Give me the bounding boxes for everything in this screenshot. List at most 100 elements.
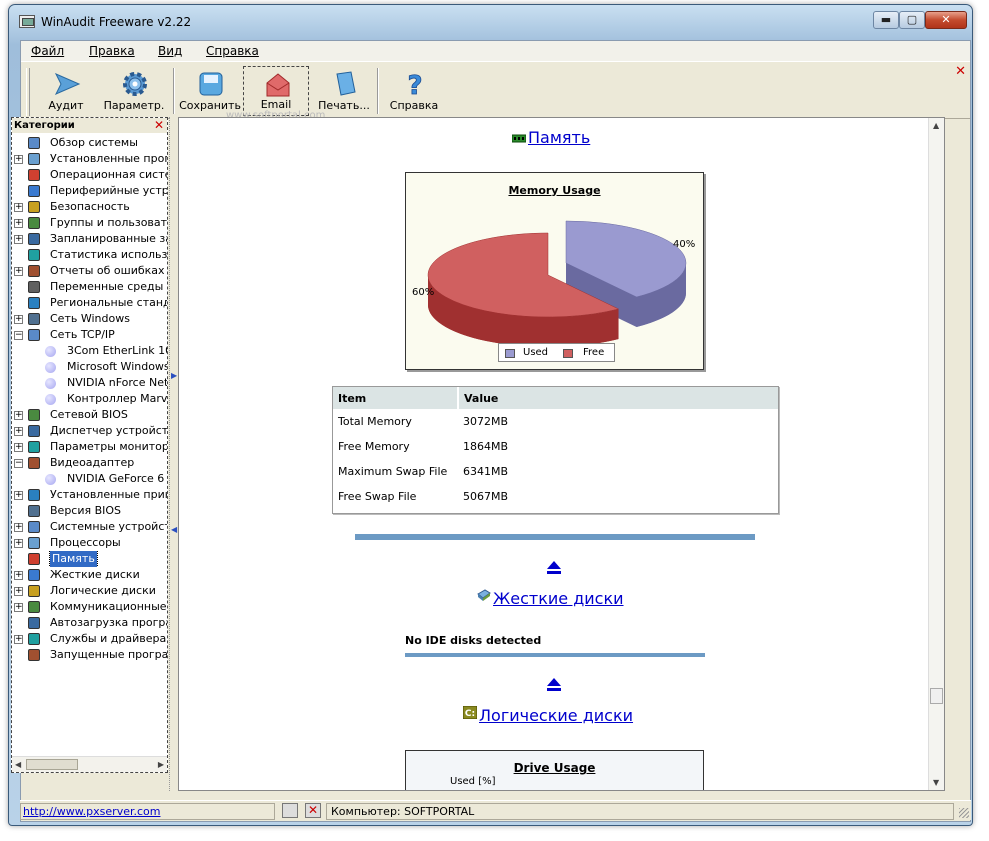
expand-icon[interactable]: +: [14, 635, 23, 644]
category-item[interactable]: NVIDIA nForce Networking: [12, 375, 167, 391]
category-item[interactable]: Версия BIOS: [12, 503, 167, 519]
expand-icon[interactable]: +: [14, 203, 23, 212]
category-item[interactable]: Microsoft Windows: [12, 359, 167, 375]
audit-button[interactable]: Аудит: [33, 66, 99, 116]
back-to-top-icon[interactable]: [546, 560, 562, 574]
category-item[interactable]: + Логические диски: [12, 583, 167, 599]
pane-splitter[interactable]: ▶ ◀: [169, 117, 178, 791]
category-item[interactable]: + Сетевой BIOS: [12, 407, 167, 423]
menu-help[interactable]: Справка: [206, 44, 259, 58]
logical-disks-heading-link[interactable]: Логические диски: [479, 706, 633, 725]
category-item[interactable]: + Установленные принтеры: [12, 487, 167, 503]
category-item[interactable]: + Диспетчер устройств: [12, 423, 167, 439]
hard-disks-heading-link[interactable]: Жесткие диски: [493, 589, 624, 608]
memory-table: Item Value Total Memory 3072MB Free Memor…: [332, 386, 779, 514]
expand-icon[interactable]: +: [14, 235, 23, 244]
category-item[interactable]: Периферийные устройства: [12, 183, 167, 199]
scroll-thumb[interactable]: [26, 759, 78, 770]
category-item[interactable]: + Запланированные задания: [12, 231, 167, 247]
expand-icon[interactable]: +: [14, 571, 23, 580]
lock-icon: [28, 201, 40, 213]
category-item[interactable]: 3Com EtherLink 10: [12, 343, 167, 359]
back-to-top-icon[interactable]: [546, 677, 562, 691]
scroll-down-icon[interactable]: ▼: [933, 778, 939, 787]
minimize-button[interactable]: ▬: [873, 11, 899, 29]
expand-icon[interactable]: +: [14, 443, 23, 452]
categories-close-icon[interactable]: ✕: [154, 118, 164, 132]
scroll-left-icon[interactable]: ◀: [15, 760, 21, 769]
cell-item: Total Memory: [338, 415, 412, 428]
splitter-left-icon[interactable]: ◀: [171, 525, 177, 534]
computer-icon: [28, 137, 40, 149]
expand-icon[interactable]: +: [14, 219, 23, 228]
expand-icon[interactable]: +: [14, 523, 23, 532]
status-cancel-icon[interactable]: ✕: [305, 803, 321, 818]
save-button[interactable]: Сохранить: [177, 66, 243, 116]
expand-icon[interactable]: +: [14, 155, 23, 164]
expand-icon[interactable]: +: [14, 587, 23, 596]
expand-icon[interactable]: +: [14, 603, 23, 612]
resize-grip[interactable]: [959, 808, 969, 818]
category-item[interactable]: − Видеоадаптер: [12, 455, 167, 471]
expand-icon[interactable]: +: [14, 411, 23, 420]
expand-icon[interactable]: +: [14, 427, 23, 436]
title-bar[interactable]: WinAudit Freeware v2.22 ▬ ▢ ✕: [9, 5, 972, 35]
categories-horizontal-scrollbar[interactable]: ◀ ▶: [12, 756, 167, 772]
categories-pane: Категории ✕ Обзор системы + Установленные …: [11, 117, 168, 773]
collapse-icon[interactable]: −: [14, 459, 23, 468]
category-item[interactable]: Региональные стандарты: [12, 295, 167, 311]
category-item[interactable]: + Отчеты об ошибках: [12, 263, 167, 279]
menu-edit[interactable]: Правка: [89, 44, 135, 58]
toolbar-grip[interactable]: [26, 68, 30, 116]
category-label: Диспетчер устройств: [50, 424, 167, 437]
category-label: Группы и пользователи: [50, 216, 167, 229]
collapse-icon[interactable]: −: [14, 331, 23, 340]
category-item[interactable]: + Установленные программы: [12, 151, 167, 167]
app-icon: [19, 15, 35, 28]
category-item[interactable]: + Безопасность: [12, 199, 167, 215]
email-button[interactable]: Email: [243, 66, 309, 116]
category-item[interactable]: Переменные среды: [12, 279, 167, 295]
scroll-thumb[interactable]: [930, 688, 943, 704]
category-item[interactable]: + Параметры монитора: [12, 439, 167, 455]
menu-file[interactable]: Файл: [31, 44, 64, 58]
expand-icon[interactable]: +: [14, 267, 23, 276]
website-link[interactable]: http://www.pxserver.com: [20, 803, 275, 820]
expand-icon[interactable]: +: [14, 539, 23, 548]
splitter-right-icon[interactable]: ▶: [171, 371, 177, 380]
category-item[interactable]: Контроллер Marvell: [12, 391, 167, 407]
status-save-icon[interactable]: [282, 803, 298, 818]
expand-icon[interactable]: +: [14, 491, 23, 500]
scroll-up-icon[interactable]: ▲: [933, 121, 939, 130]
category-item[interactable]: + Системные устройства: [12, 519, 167, 535]
category-item[interactable]: Запущенные программы: [12, 647, 167, 663]
category-item[interactable]: − Сеть TCP/IP: [12, 327, 167, 343]
help-button[interactable]: ? Справка: [381, 66, 447, 116]
category-item[interactable]: + Процессоры: [12, 535, 167, 551]
category-item[interactable]: Автозагрузка программ: [12, 615, 167, 631]
category-item[interactable]: + Службы и драйвера: [12, 631, 167, 647]
toolbar-close-icon[interactable]: ✕: [955, 64, 966, 79]
category-item[interactable]: Статистика использования: [12, 247, 167, 263]
menu-view[interactable]: Вид: [158, 44, 182, 58]
report-view: Память Memory Usage 40% 60% Used Free It…: [178, 117, 945, 791]
category-item[interactable]: Обзор системы: [12, 135, 167, 151]
expand-icon[interactable]: +: [14, 315, 23, 324]
category-item[interactable]: Операционная система: [12, 167, 167, 183]
category-item[interactable]: Память: [12, 551, 167, 567]
category-item[interactable]: NVIDIA GeForce 6: [12, 471, 167, 487]
section-divider: [405, 653, 705, 657]
close-button[interactable]: ✕: [925, 11, 967, 29]
category-item[interactable]: + Сеть Windows: [12, 311, 167, 327]
memory-heading-link[interactable]: Память: [528, 128, 590, 147]
report-vertical-scrollbar[interactable]: ▲ ▼: [928, 118, 944, 790]
print-button[interactable]: Печать...: [311, 66, 377, 116]
settings-button[interactable]: Параметр.: [101, 66, 167, 116]
maximize-button[interactable]: ▢: [899, 11, 925, 29]
category-item[interactable]: + Коммуникационные порты: [12, 599, 167, 615]
category-item[interactable]: + Жесткие диски: [12, 567, 167, 583]
category-label: Установленные принтеры: [50, 488, 167, 501]
users-icon: [28, 217, 40, 229]
scroll-right-icon[interactable]: ▶: [158, 760, 164, 769]
category-item[interactable]: + Группы и пользователи: [12, 215, 167, 231]
